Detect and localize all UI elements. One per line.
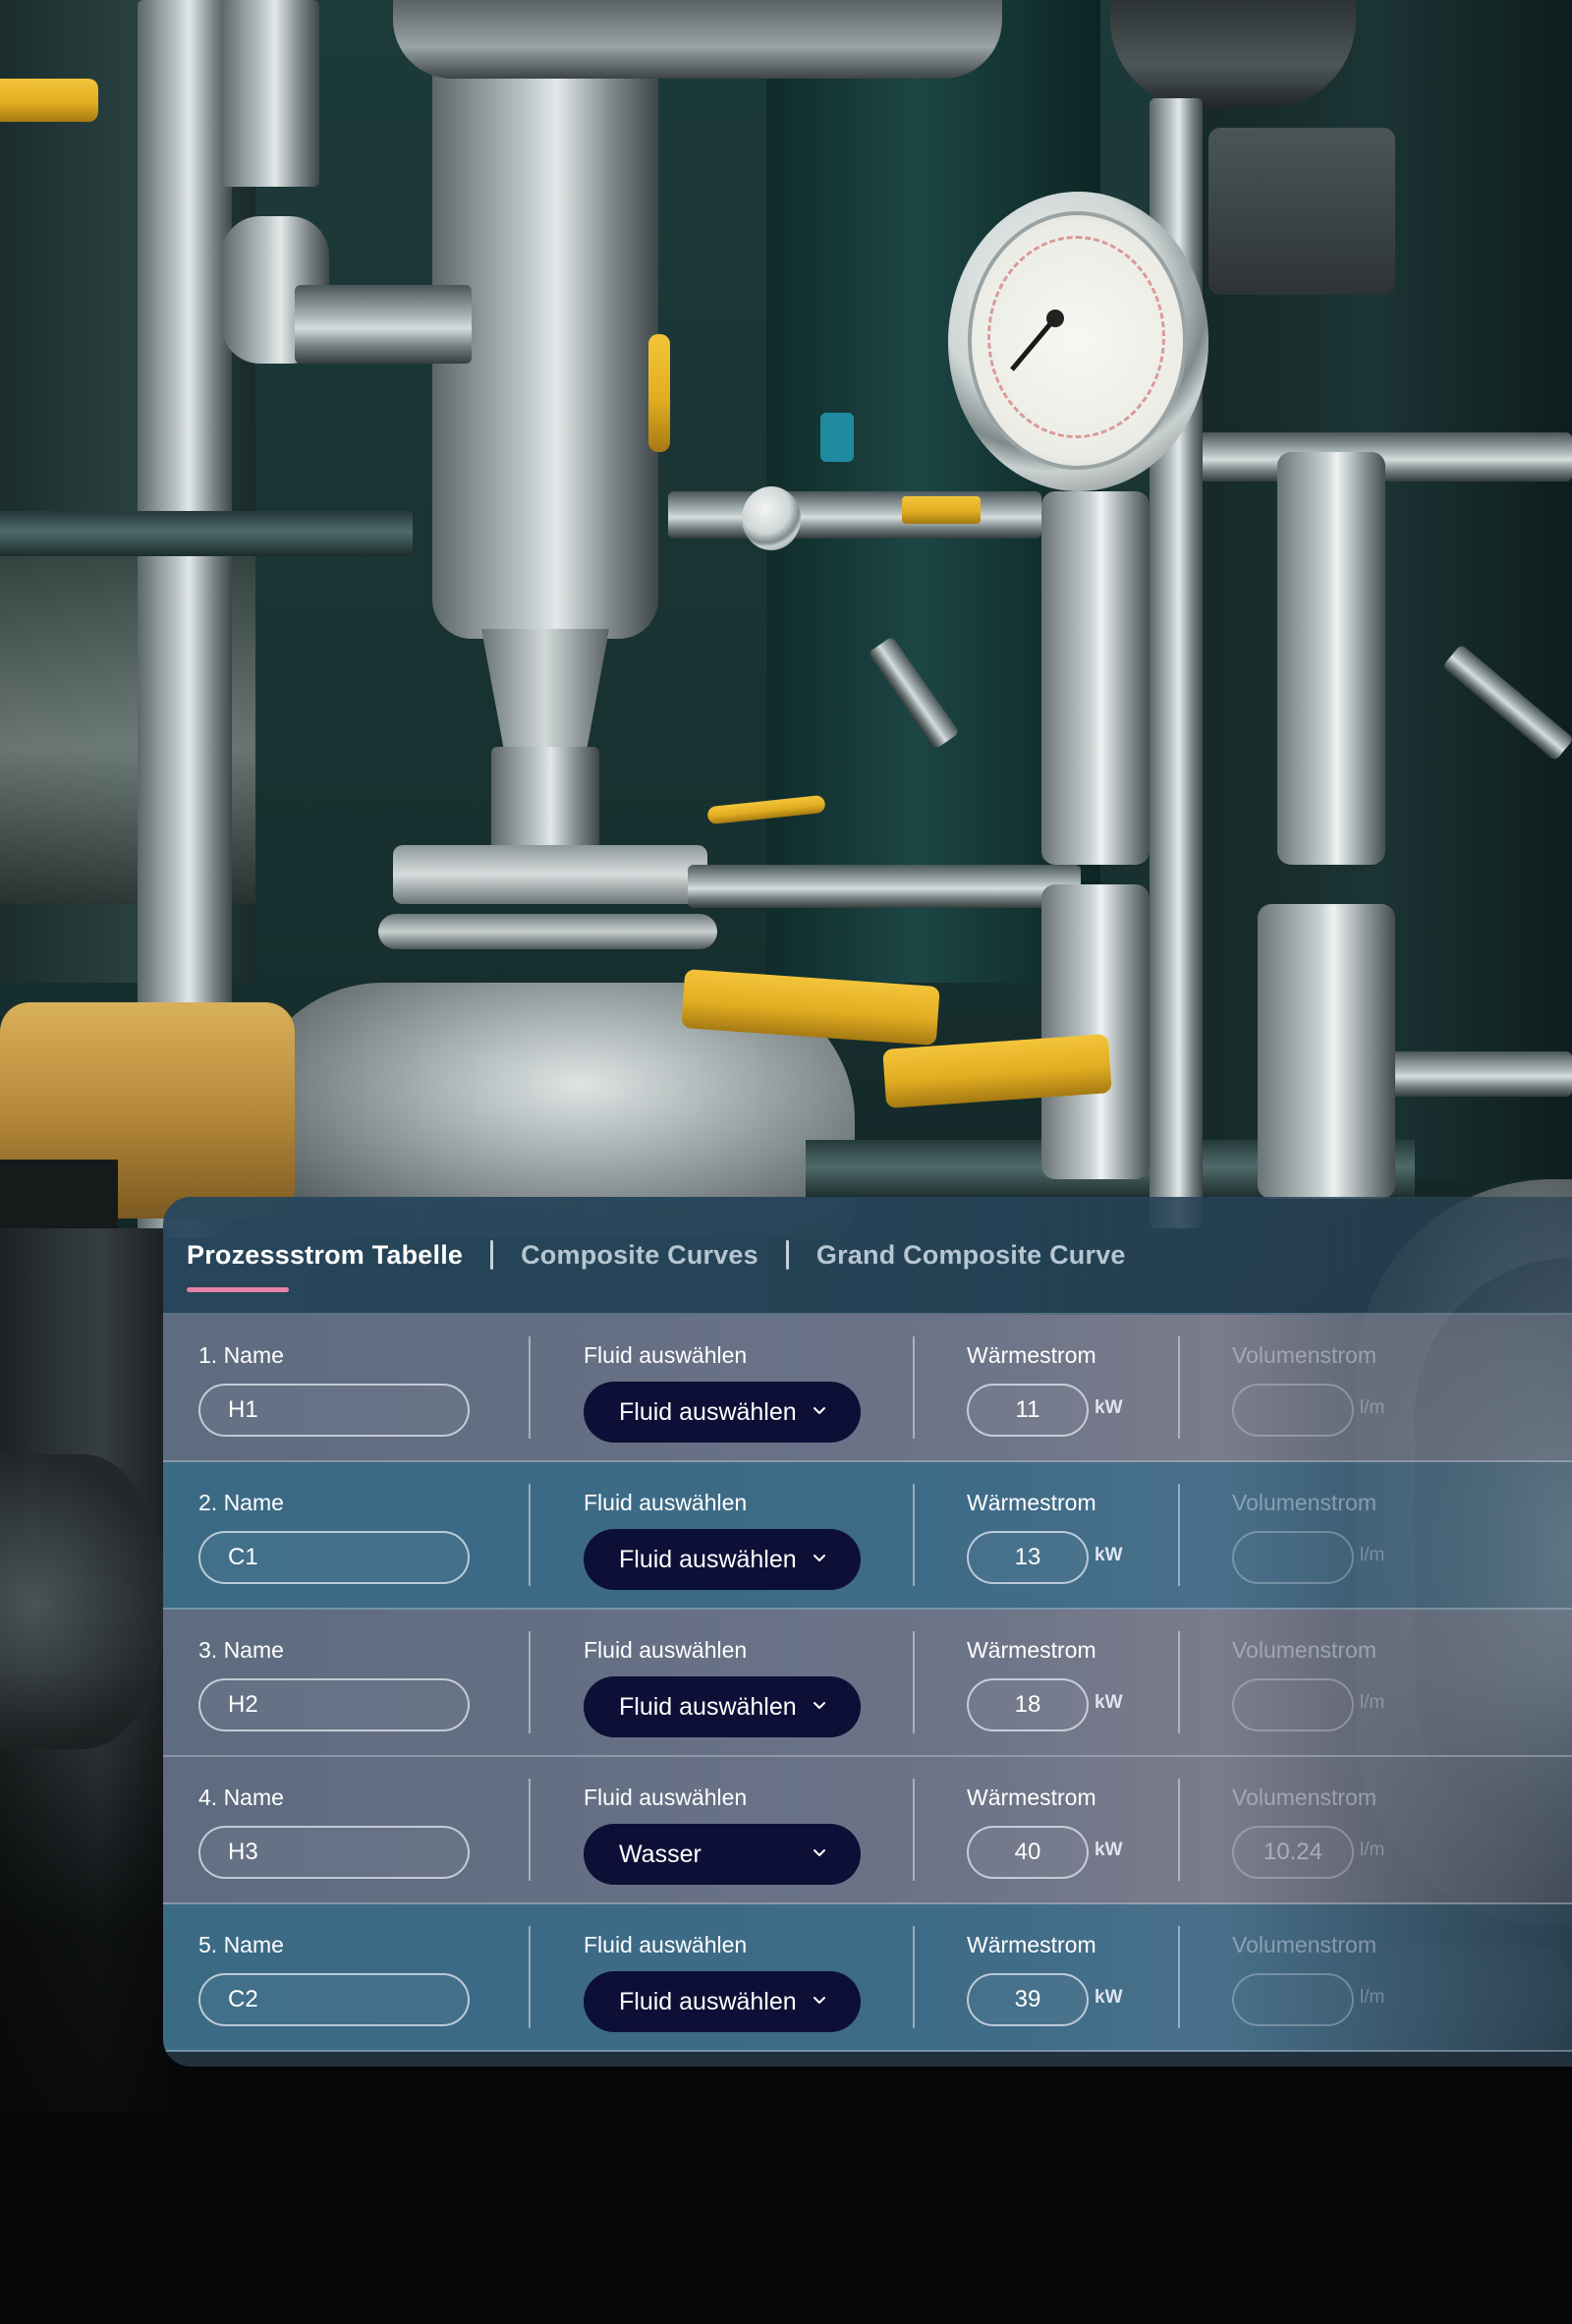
tab-label: Prozessstrom Tabelle (187, 1239, 464, 1270)
fluid-dropdown-value: Wasser (619, 1840, 702, 1868)
fluid-dropdown[interactable]: Fluid auswählen (584, 1676, 861, 1737)
waermestrom-input[interactable] (967, 1826, 1089, 1879)
name-label: 4. Name (198, 1785, 284, 1810)
name-input[interactable] (198, 1973, 470, 2026)
column-divider (1178, 1484, 1180, 1586)
tab-separator (490, 1240, 494, 1270)
volumenstrom-unit: l/m (1360, 1987, 1385, 2008)
table-row: 4. Name Fluid auswählen Wasser Wärmestro… (163, 1757, 1572, 1904)
name-label: 3. Name (198, 1637, 284, 1663)
volumenstrom-label: Volumenstrom (1232, 1490, 1377, 1515)
column-divider (529, 1926, 531, 2028)
column-divider (1178, 1631, 1180, 1733)
volumenstrom-label: Volumenstrom (1232, 1637, 1377, 1663)
column-divider (529, 1779, 531, 1881)
name-input[interactable] (198, 1384, 470, 1437)
tab-prozessstrom-tabelle[interactable]: Prozessstrom Tabelle (187, 1239, 464, 1292)
fluid-label: Fluid auswählen (584, 1785, 748, 1810)
active-tab-indicator (187, 1286, 289, 1292)
tab-label: Composite Curves (521, 1239, 758, 1270)
waermestrom-label: Wärmestrom (967, 1342, 1096, 1368)
waermestrom-label: Wärmestrom (967, 1637, 1096, 1663)
volumenstrom-unit: l/m (1360, 1840, 1385, 1860)
table-row: 1. Name Fluid auswählen Fluid auswählen … (163, 1315, 1572, 1462)
chevron-down-icon (814, 1702, 825, 1709)
column-divider (913, 1779, 915, 1881)
table-row: 3. Name Fluid auswählen Fluid auswählen … (163, 1610, 1572, 1757)
fluid-dropdown[interactable]: Fluid auswählen (584, 1529, 861, 1590)
waermestrom-input[interactable] (967, 1384, 1089, 1437)
waermestrom-label: Wärmestrom (967, 1932, 1096, 1957)
fluid-dropdown[interactable]: Wasser (584, 1824, 861, 1885)
unit-label: kW (1095, 1692, 1123, 1713)
tab-separator (785, 1240, 789, 1270)
column-divider (913, 1631, 915, 1733)
waermestrom-input[interactable] (967, 1678, 1089, 1731)
column-divider (529, 1484, 531, 1586)
chevron-down-icon (814, 1407, 825, 1414)
volumenstrom-input[interactable] (1232, 1826, 1354, 1879)
table-row: 2. Name Fluid auswählen Fluid auswählen … (163, 1462, 1572, 1610)
tab-bar: Prozessstrom Tabelle Composite Curves Gr… (163, 1197, 1572, 1315)
volumenstrom-label: Volumenstrom (1232, 1785, 1377, 1810)
fluid-dropdown-value: Fluid auswählen (619, 1545, 797, 1573)
volumenstrom-input[interactable] (1232, 1384, 1354, 1437)
tab-composite-curves[interactable]: Composite Curves (521, 1240, 758, 1271)
volumenstrom-unit: l/m (1360, 1692, 1385, 1713)
name-input[interactable] (198, 1531, 470, 1584)
fluid-dropdown-value: Fluid auswählen (619, 1397, 797, 1426)
waermestrom-input[interactable] (967, 1531, 1089, 1584)
waermestrom-label: Wärmestrom (967, 1490, 1096, 1515)
name-label: 1. Name (198, 1342, 284, 1368)
unit-label: kW (1095, 1987, 1123, 2008)
chevron-down-icon (814, 1849, 825, 1856)
fluid-label: Fluid auswählen (584, 1637, 748, 1663)
volumenstrom-unit: l/m (1360, 1545, 1385, 1565)
volumenstrom-label: Volumenstrom (1232, 1932, 1377, 1957)
volumenstrom-input[interactable] (1232, 1973, 1354, 2026)
column-divider (1178, 1336, 1180, 1439)
unit-label: kW (1095, 1397, 1123, 1418)
waermestrom-label: Wärmestrom (967, 1785, 1096, 1810)
tab-grand-composite-curve[interactable]: Grand Composite Curve (816, 1240, 1126, 1271)
waermestrom-input[interactable] (967, 1973, 1089, 2026)
column-divider (913, 1336, 915, 1439)
column-divider (529, 1631, 531, 1733)
column-divider (1178, 1779, 1180, 1881)
chevron-down-icon (814, 1997, 825, 2004)
column-divider (913, 1484, 915, 1586)
name-label: 2. Name (198, 1490, 284, 1515)
volumenstrom-input[interactable] (1232, 1678, 1354, 1731)
fluid-dropdown[interactable]: Fluid auswählen (584, 1971, 861, 2032)
tab-label: Grand Composite Curve (815, 1239, 1126, 1270)
volumenstrom-label: Volumenstrom (1232, 1342, 1377, 1368)
name-input[interactable] (198, 1826, 470, 1879)
name-label: 5. Name (198, 1932, 284, 1957)
column-divider (913, 1926, 915, 2028)
unit-label: kW (1095, 1545, 1123, 1565)
unit-label: kW (1095, 1840, 1123, 1860)
name-input[interactable] (198, 1678, 470, 1731)
fluid-label: Fluid auswählen (584, 1932, 748, 1957)
volumenstrom-unit: l/m (1360, 1397, 1385, 1418)
fluid-dropdown-value: Fluid auswählen (619, 1987, 797, 2015)
fluid-label: Fluid auswählen (584, 1342, 748, 1368)
fluid-dropdown[interactable]: Fluid auswählen (584, 1382, 861, 1443)
fluid-label: Fluid auswählen (584, 1490, 748, 1515)
table-row: 5. Name Fluid auswählen Fluid auswählen … (163, 1904, 1572, 2052)
process-stream-panel: Prozessstrom Tabelle Composite Curves Gr… (163, 1197, 1572, 2067)
volumenstrom-input[interactable] (1232, 1531, 1354, 1584)
column-divider (1178, 1926, 1180, 2028)
column-divider (529, 1336, 531, 1439)
fluid-dropdown-value: Fluid auswählen (619, 1692, 797, 1721)
chevron-down-icon (814, 1555, 825, 1561)
